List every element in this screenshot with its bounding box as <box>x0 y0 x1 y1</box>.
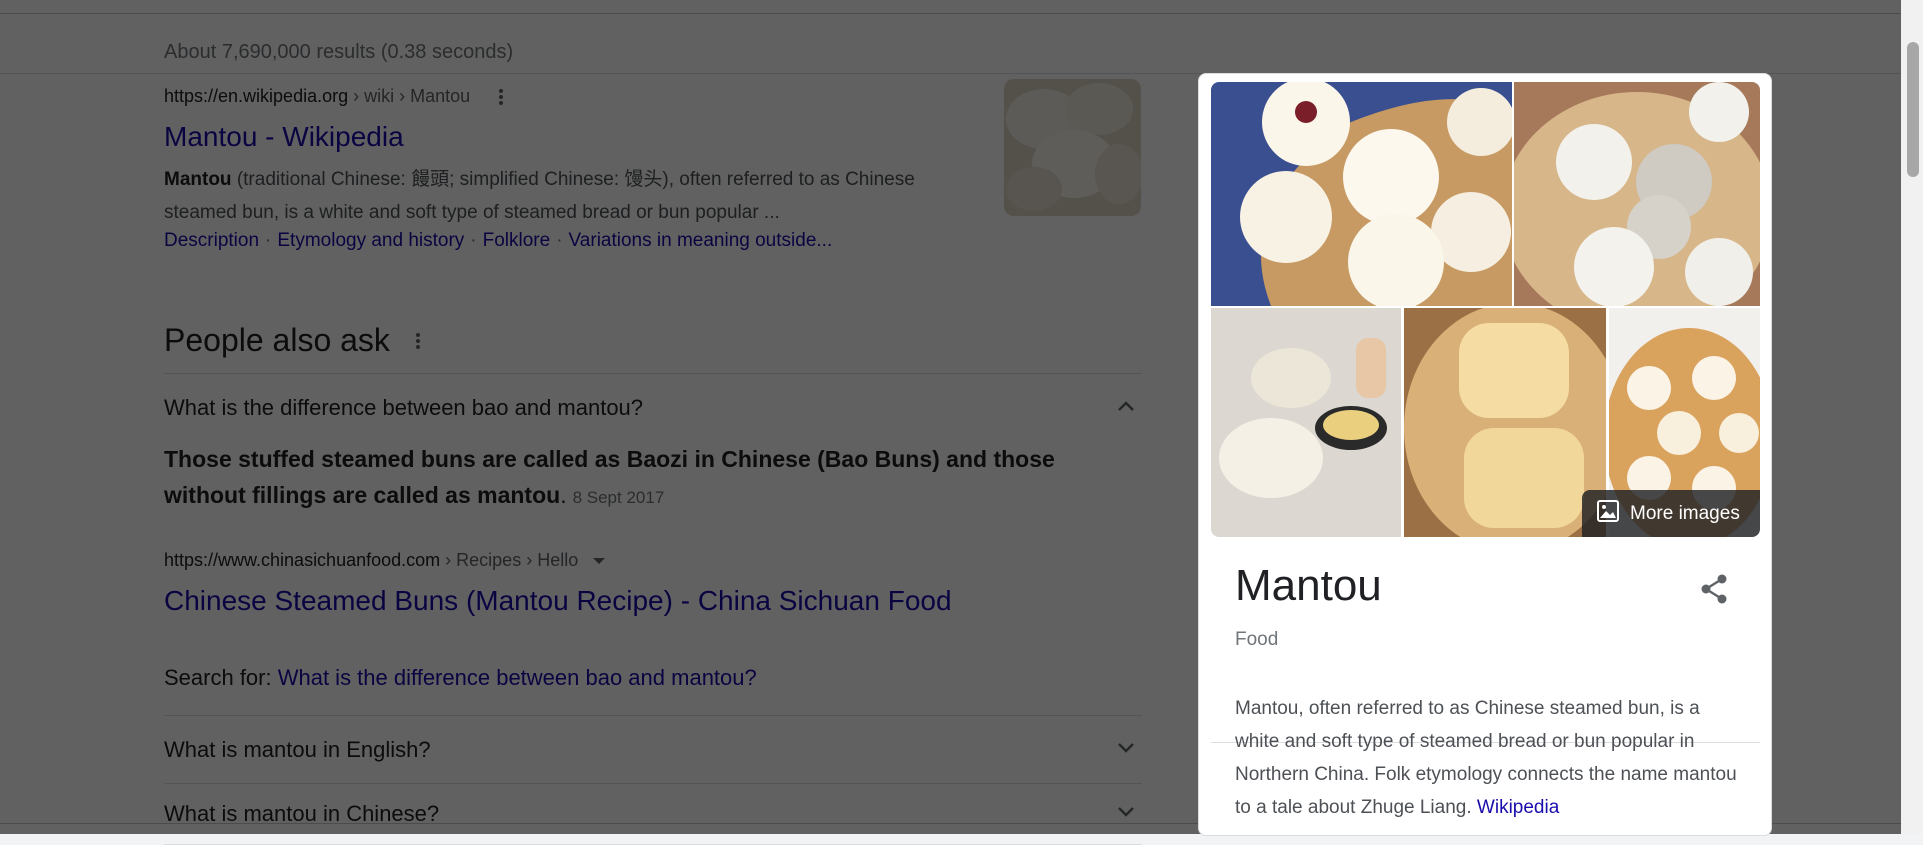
paa-answer: Those stuffed steamed buns are called as… <box>164 441 1104 516</box>
result-thumbnail-image[interactable] <box>1004 79 1141 216</box>
paa-heading-row: People also ask <box>164 322 1142 359</box>
sitelink-folklore[interactable]: Folklore <box>483 230 551 251</box>
knowledge-panel-title: Mantou <box>1235 561 1382 610</box>
paa-question-text: What is mantou in English? <box>164 736 431 762</box>
source-url-host: https://www.chinasichuanfood.com <box>164 550 441 570</box>
scrollbar-thumb[interactable] <box>1907 42 1919 177</box>
sitelink-separator: · <box>556 230 563 252</box>
image-icon <box>1596 499 1620 529</box>
organic-results: https://en.wikipedia.org › wiki › Mantou… <box>164 73 1142 252</box>
top-toolbar-edge <box>0 0 1923 14</box>
paa-answer-period: . <box>560 482 567 508</box>
sitelinks: Description · Etymology and history · Folklo… <box>164 230 1142 252</box>
mantou-image-1[interactable] <box>1211 82 1512 306</box>
more-images-label: More images <box>1630 502 1740 524</box>
chevron-up-icon[interactable] <box>1118 400 1134 415</box>
result-url-breadcrumb: › wiki › Mantou <box>353 86 471 106</box>
wikipedia-source-link[interactable]: Wikipedia <box>1477 797 1559 818</box>
snippet-text: (traditional Chinese: 饅頭; simplified Chi… <box>164 169 915 224</box>
share-icon[interactable] <box>1698 573 1730 605</box>
search-for-row: Search for: What is the difference betwe… <box>164 665 1142 716</box>
result-wikipedia: https://en.wikipedia.org › wiki › Mantou… <box>164 86 1142 252</box>
sitelink-variations[interactable]: Variations in meaning outside... <box>569 230 833 251</box>
result-stats: About 7,690,000 results (0.38 seconds) <box>164 41 514 63</box>
source-url-breadcrumb: › Recipes › Hello <box>445 550 579 570</box>
mantou-image-4[interactable] <box>1404 308 1606 537</box>
paa-answer-source: https://www.chinasichuanfood.com › Recip… <box>164 550 1142 617</box>
knowledge-panel-description: Mantou, often referred to as Chinese ste… <box>1235 692 1747 824</box>
vertical-scrollbar[interactable] <box>1901 0 1923 834</box>
search-for-label: Search for: <box>164 665 278 690</box>
kebab-icon[interactable] <box>415 331 420 351</box>
result-url[interactable]: https://en.wikipedia.org › wiki › Mantou <box>164 86 1142 107</box>
paa-question-1[interactable]: What is the difference between bao and m… <box>164 373 1142 441</box>
mantou-image-2[interactable] <box>1514 82 1760 306</box>
sitelink-separator: · <box>265 230 272 252</box>
sitelink-separator: · <box>470 230 477 252</box>
source-title-link[interactable]: Chinese Steamed Buns (Mantou Recipe) - C… <box>164 585 952 617</box>
sitelink-description[interactable]: Description <box>164 230 259 251</box>
chevron-down-icon[interactable] <box>1118 807 1134 821</box>
mantou-image-3[interactable] <box>1211 308 1401 537</box>
paa-question-text: What is the difference between bao and m… <box>164 394 644 420</box>
result-stats-bar: About 7,690,000 results (0.38 seconds) <box>0 13 1923 74</box>
paa-heading: People also ask <box>164 322 390 358</box>
knowledge-panel: More images Mantou Food Mantou, often re… <box>1198 73 1772 836</box>
knowledge-panel-subtitle: Food <box>1235 629 1279 650</box>
search-for-link[interactable]: What is the difference between bao and m… <box>278 665 757 690</box>
paa-answer-date: 8 Sept 2017 <box>572 488 665 507</box>
kebab-icon[interactable] <box>499 87 504 107</box>
chevron-down-icon[interactable] <box>1118 742 1134 757</box>
result-snippet: Mantou (traditional Chinese: 饅頭; simplif… <box>164 163 944 229</box>
source-url[interactable]: https://www.chinasichuanfood.com › Recip… <box>164 550 1142 571</box>
result-title-link[interactable]: Mantou - Wikipedia <box>164 121 404 153</box>
knowledge-panel-image-grid: More images <box>1211 82 1760 537</box>
dropdown-arrow-icon[interactable] <box>593 558 606 565</box>
more-images-button[interactable]: More images <box>1582 490 1760 537</box>
people-also-ask: People also ask What is the difference b… <box>164 322 1142 845</box>
paa-question-2[interactable]: What is mantou in English? <box>164 716 1142 784</box>
sitelink-etymology[interactable]: Etymology and history <box>277 230 464 251</box>
paa-question-3[interactable]: What is mantou in Chinese? <box>164 784 1142 845</box>
snippet-bold-term: Mantou <box>164 169 232 191</box>
result-url-host: https://en.wikipedia.org <box>164 86 349 106</box>
